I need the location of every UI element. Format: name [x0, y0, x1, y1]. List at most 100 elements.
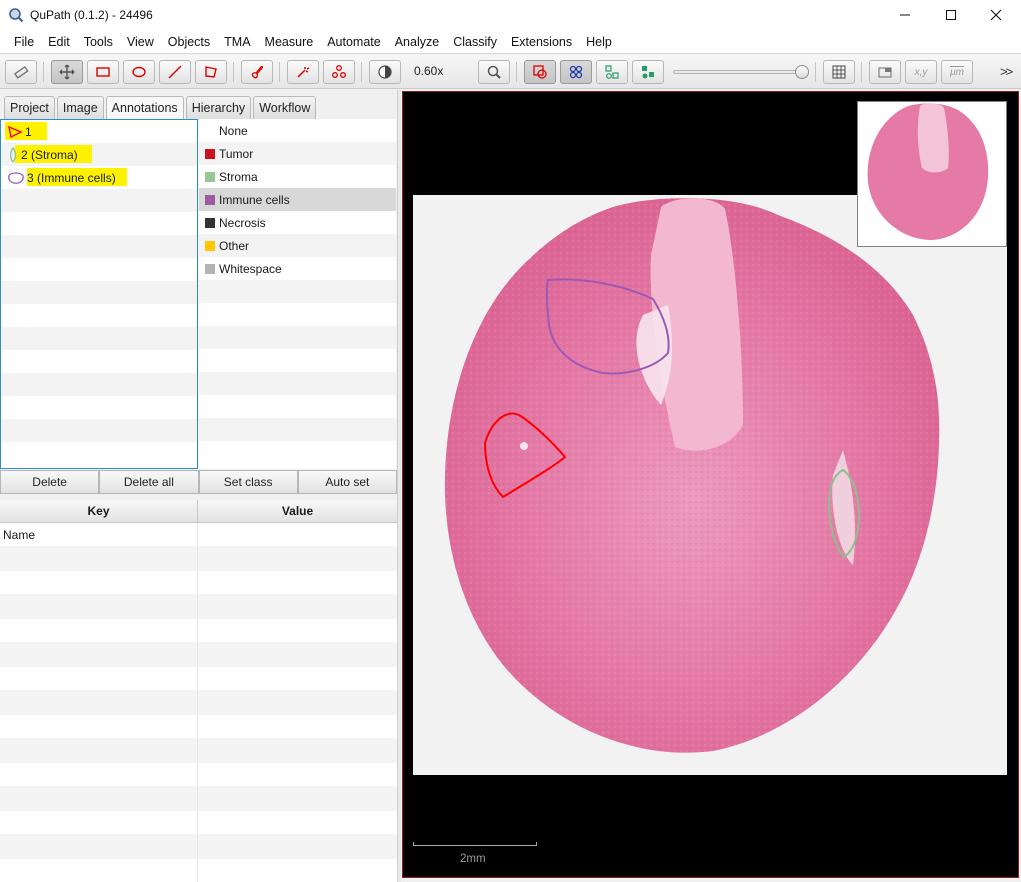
empty-row [1, 350, 197, 373]
menu-extensions[interactable]: Extensions [504, 30, 579, 54]
column-key[interactable]: Key [0, 500, 198, 522]
scale-bar [413, 842, 537, 846]
overview-medulla [917, 103, 949, 173]
table-row [0, 835, 397, 859]
annotation-item[interactable]: 1 [1, 120, 197, 143]
class-label: Necrosis [219, 215, 266, 230]
table-cell-key: Name [0, 523, 198, 546]
annotation-item[interactable]: 3 (Immune cells) [1, 166, 197, 189]
class-swatch [205, 148, 215, 159]
menu-classify[interactable]: Classify [446, 30, 504, 54]
menu-objects[interactable]: Objects [161, 30, 217, 54]
class-list[interactable]: None Tumor Stroma Immune cells Necrosis … [199, 119, 396, 469]
opacity-slider-thumb[interactable] [795, 65, 809, 79]
table-header: Key Value [0, 500, 397, 523]
points-tool-button[interactable] [323, 60, 355, 84]
show-detections-button[interactable] [596, 60, 628, 84]
empty-row [199, 441, 396, 464]
rectangle-tool-button[interactable] [87, 60, 119, 84]
delete-all-button[interactable]: Delete all [99, 470, 199, 494]
table-row [0, 595, 397, 619]
class-item-tumor[interactable]: Tumor [199, 142, 396, 165]
empty-row [1, 396, 197, 419]
slide-image[interactable] [413, 195, 1007, 775]
empty-row [199, 418, 396, 441]
menu-automate[interactable]: Automate [320, 30, 388, 54]
toolbar-separator [233, 62, 234, 82]
zoom-to-fit-button[interactable] [478, 60, 510, 84]
show-tma-grid-icon [569, 65, 583, 79]
toolbar-separator [516, 62, 517, 82]
empty-row [199, 280, 396, 303]
class-item-immune-cells[interactable]: Immune cells [199, 188, 396, 211]
class-swatch [205, 194, 215, 205]
overview-button[interactable] [869, 60, 901, 84]
image-viewer[interactable]: 2mm [402, 91, 1019, 878]
scalebar-button[interactable]: μm [941, 60, 973, 84]
table-row [0, 859, 397, 882]
brightness-contrast-button[interactable] [369, 60, 401, 84]
annotation-label: 1 [25, 124, 32, 139]
class-item-other[interactable]: Other [199, 234, 396, 257]
annotation-label: 2 (Stroma) [21, 147, 78, 162]
measurement-tool-button[interactable] [5, 60, 37, 84]
annotation-list[interactable]: 1 2 (Stroma) 3 (Immune cells) [0, 119, 198, 469]
empty-row [1, 235, 197, 258]
empty-row [199, 372, 396, 395]
menu-file[interactable]: File [7, 30, 41, 54]
table-row[interactable]: Name [0, 523, 397, 547]
overview-icon [878, 67, 892, 78]
tab-project[interactable]: Project [4, 96, 55, 119]
empty-row [1, 304, 197, 327]
polygon-tool-button[interactable] [195, 60, 227, 84]
ellipse-tool-button[interactable] [123, 60, 155, 84]
column-value[interactable]: Value [198, 500, 397, 522]
panel-splitter[interactable] [397, 90, 401, 882]
menu-tools[interactable]: Tools [77, 30, 120, 54]
menu-help[interactable]: Help [579, 30, 619, 54]
class-item-none[interactable]: None [199, 119, 396, 142]
menu-measure[interactable]: Measure [258, 30, 321, 54]
red-polygon-icon [8, 125, 23, 138]
brush-tool-button[interactable] [241, 60, 273, 84]
auto-set-button[interactable]: Auto set [297, 470, 397, 494]
empty-row [1, 212, 197, 235]
move-tool-button[interactable] [51, 60, 83, 84]
empty-row [199, 326, 396, 349]
tab-image[interactable]: Image [56, 96, 104, 119]
tab-workflow[interactable]: Workflow [253, 96, 317, 119]
menu-edit[interactable]: Edit [41, 30, 77, 54]
toolbar-separator [43, 62, 44, 82]
tab-annotations[interactable]: Annotations [105, 96, 184, 119]
ellipse-icon [132, 66, 146, 78]
close-button[interactable] [973, 0, 1019, 30]
grid-button[interactable] [823, 60, 855, 84]
tab-hierarchy[interactable]: Hierarchy [185, 96, 252, 119]
measurement-table[interactable]: Key Value Name [0, 500, 397, 882]
class-item-whitespace[interactable]: Whitespace [199, 257, 396, 280]
opacity-slider[interactable] [673, 65, 809, 79]
show-tma-grid-button[interactable] [560, 60, 592, 84]
wand-tool-button[interactable] [287, 60, 319, 84]
toolbar-overflow[interactable]: >> [1000, 64, 1013, 79]
annotation-item[interactable]: 2 (Stroma) [1, 143, 197, 166]
menu-view[interactable]: View [120, 30, 161, 54]
menu-analyze[interactable]: Analyze [388, 30, 446, 54]
delete-button[interactable]: Delete [0, 470, 100, 494]
overview-thumbnail[interactable] [857, 101, 1007, 247]
show-annotations-button[interactable] [524, 60, 556, 84]
menu-tma[interactable]: TMA [217, 30, 257, 54]
set-class-button[interactable]: Set class [198, 470, 298, 494]
maximize-button[interactable] [928, 0, 974, 30]
vessel-spot [520, 442, 528, 450]
minimize-button[interactable] [882, 0, 928, 30]
class-item-necrosis[interactable]: Necrosis [199, 211, 396, 234]
location-button[interactable]: x,y [905, 60, 937, 84]
toolbar: 0.60x x,y μm >> [0, 55, 1021, 89]
toolbar-separator [815, 62, 816, 82]
line-tool-button[interactable] [159, 60, 191, 84]
table-row [0, 811, 397, 835]
fill-detections-button[interactable] [632, 60, 664, 84]
brightness-contrast-icon [378, 65, 392, 79]
class-item-stroma[interactable]: Stroma [199, 165, 396, 188]
